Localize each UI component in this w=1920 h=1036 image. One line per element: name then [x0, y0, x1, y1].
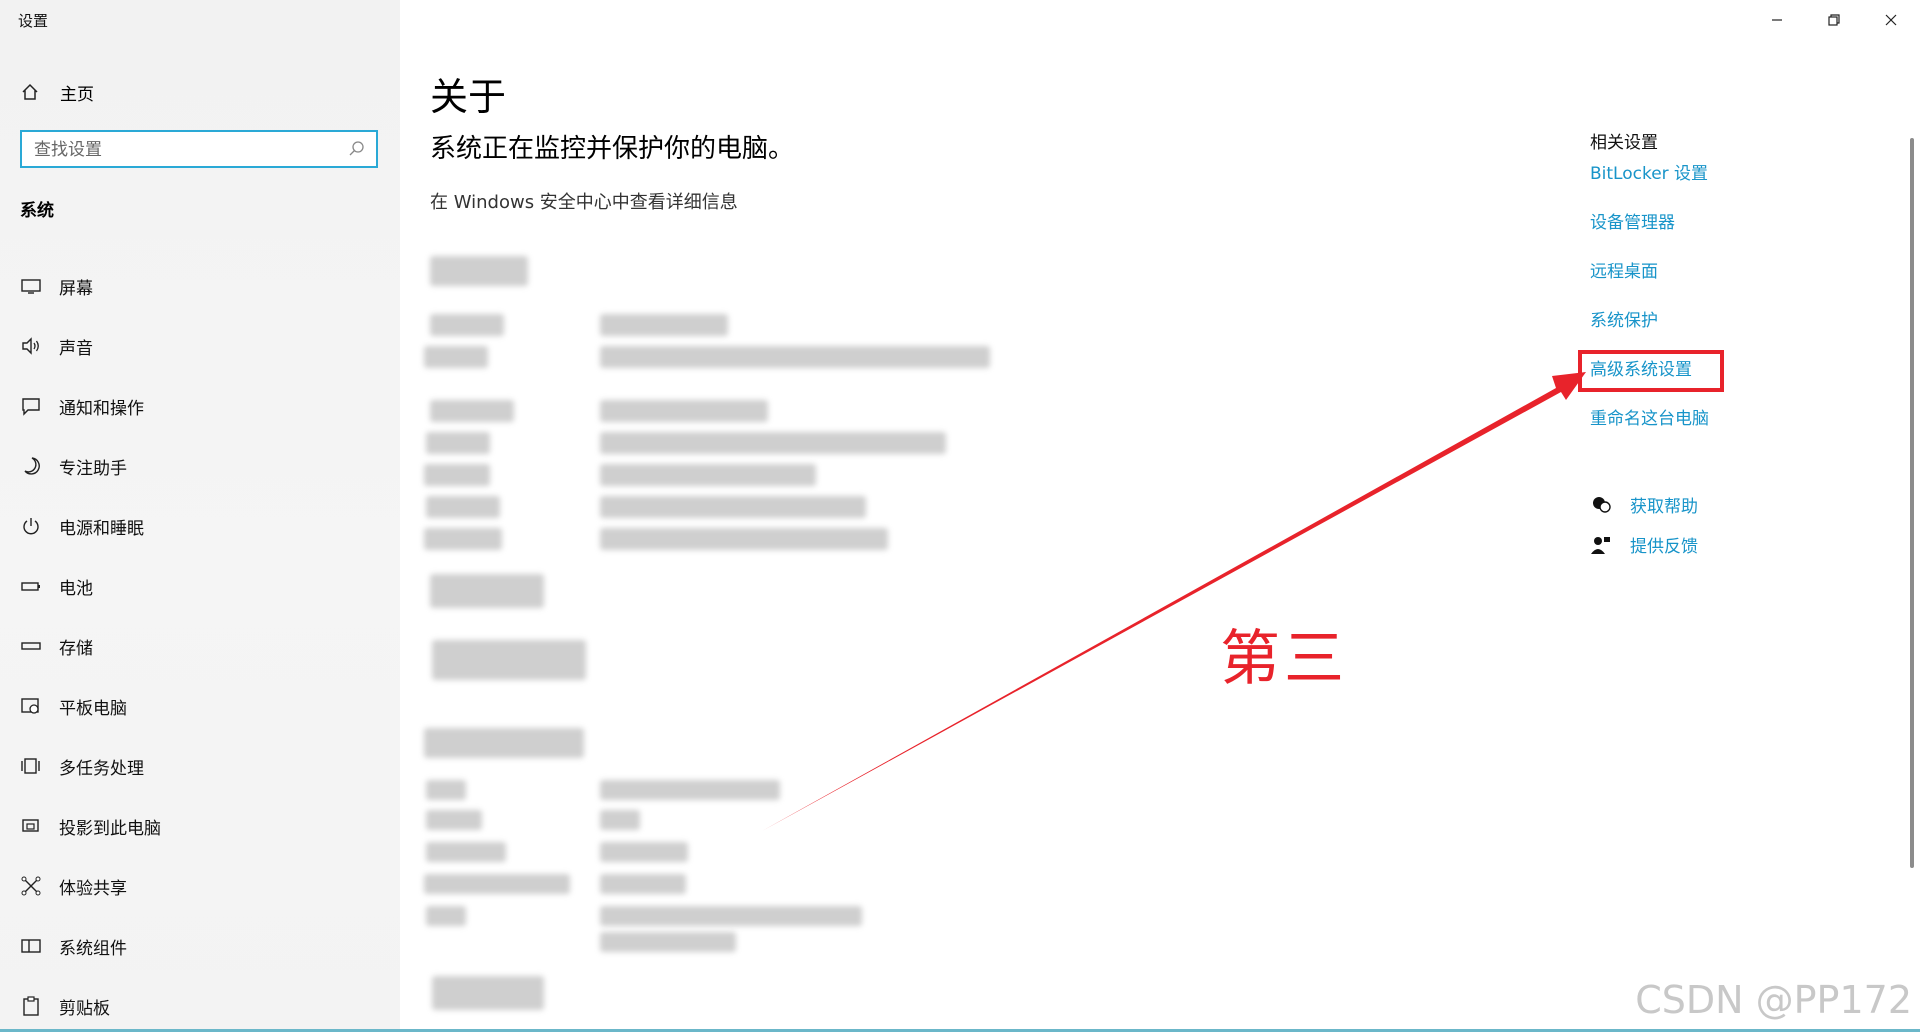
project-icon [22, 819, 39, 832]
sidebar-item-label: 平板电脑 [59, 698, 127, 719]
power-icon [23, 518, 39, 535]
sidebar-item-label: 屏幕 [59, 278, 93, 299]
give-feedback-label: 提供反馈 [1630, 537, 1698, 557]
security-details-link[interactable]: 在 Windows 安全中心中查看详细信息 [430, 188, 738, 214]
moon-icon [24, 457, 40, 475]
sidebar-item-label: 系统组件 [59, 938, 127, 959]
sidebar-item-focus-assist[interactable]: 专注助手 [0, 436, 400, 496]
monitor-icon [21, 279, 41, 294]
notification-icon [22, 398, 40, 416]
redacted-spec-label [430, 314, 504, 336]
redacted-copy-button [430, 574, 544, 608]
sidebar-item-label: 专注助手 [59, 458, 127, 479]
sidebar-item-storage[interactable]: 存储 [0, 616, 400, 676]
sidebar-item-shared-experiences[interactable]: 体验共享 [0, 856, 400, 916]
app-title: 设置 [18, 12, 49, 30]
redacted-spec-label [426, 780, 466, 800]
sidebar-item-sound[interactable]: 声音 [0, 316, 400, 376]
home-icon [22, 83, 38, 100]
remote-desktop-link[interactable]: 远程桌面 [1590, 261, 1709, 310]
redacted-spec-value [600, 496, 866, 518]
watermark: CSDN @PP172 [1635, 978, 1912, 1022]
redacted-spec-label [426, 906, 466, 926]
home-nav-item[interactable]: 主页 [20, 78, 94, 106]
section-label-system: 系统 [20, 201, 54, 221]
sidebar-nav: 屏幕 声音 通知和操作 专注助手 电源和睡眠 电池 存储 平板电脑 多任务处理 … [0, 256, 400, 1036]
home-label: 主页 [60, 84, 94, 105]
sidebar-item-label: 电源和睡眠 [59, 518, 144, 539]
multitask-icon [21, 758, 40, 774]
redacted-spec-label [430, 400, 514, 422]
sidebar-item-label: 体验共享 [59, 878, 127, 899]
sidebar-item-label: 存储 [59, 638, 93, 659]
search-icon[interactable] [348, 140, 366, 158]
redacted-spec-label [426, 810, 482, 830]
redacted-spec-value [600, 432, 946, 454]
redacted-spec-value [600, 346, 990, 368]
sidebar-item-clipboard[interactable]: 剪贴板 [0, 976, 400, 1036]
feedback-icon [1591, 536, 1610, 554]
give-feedback-link[interactable]: 提供反馈 [1590, 532, 1698, 557]
sidebar-item-label: 电池 [59, 578, 93, 599]
sidebar-item-tablet[interactable]: 平板电脑 [0, 676, 400, 736]
redacted-spec-value [600, 842, 688, 862]
rename-pc-link[interactable]: 重命名这台电脑 [1590, 408, 1709, 457]
redacted-spec-value [600, 464, 816, 486]
security-status-heading: 系统正在监控并保护你的电脑。 [430, 134, 795, 164]
redacted-spec-label [426, 432, 490, 454]
clipboard-icon [23, 996, 39, 1016]
speaker-icon [22, 337, 39, 355]
redacted-spec-label [426, 842, 506, 862]
redacted-spec-value [600, 932, 736, 952]
search-input[interactable] [32, 132, 336, 168]
redacted-spec-value [600, 810, 640, 830]
annotation-highlight-box [1578, 350, 1724, 392]
redacted-spec-value [600, 906, 862, 926]
redacted-spec-value [600, 400, 768, 422]
search-box[interactable] [20, 130, 378, 168]
redacted-spec-label [424, 464, 490, 486]
redacted-spec-label [426, 496, 500, 518]
redacted-rename-button [432, 640, 586, 680]
related-settings: 相关设置 BitLocker 设置 设备管理器 远程桌面 系统保护 高级系统设置… [1590, 128, 1709, 457]
redacted-spec-label [424, 874, 570, 894]
get-help-link[interactable]: 获取帮助 [1590, 492, 1698, 517]
sidebar-item-battery[interactable]: 电池 [0, 556, 400, 616]
storage-icon [21, 642, 41, 650]
tablet-icon [21, 698, 39, 714]
share-icon [21, 876, 41, 896]
device-manager-link[interactable]: 设备管理器 [1590, 212, 1709, 261]
annotation-text: 第三 [1220, 624, 1348, 694]
related-settings-title: 相关设置 [1590, 133, 1658, 153]
sidebar-item-label: 通知和操作 [59, 398, 144, 419]
redacted-spec-label [424, 528, 502, 550]
get-help-label: 获取帮助 [1630, 497, 1698, 517]
redacted-spec-label [424, 346, 488, 368]
bitlocker-settings-link[interactable]: BitLocker 设置 [1590, 163, 1709, 212]
sidebar-item-label: 剪贴板 [59, 998, 110, 1019]
scrollbar[interactable] [1910, 138, 1914, 868]
redacted-spec-value [600, 314, 728, 336]
sidebar-item-system-components[interactable]: 系统组件 [0, 916, 400, 976]
sidebar: 设置 主页 系统 屏幕 声音 通知和操作 专注助手 电源和睡眠 [0, 0, 400, 1032]
page-title: 关于 [430, 75, 507, 119]
battery-icon [21, 582, 40, 591]
redacted-section-heading [430, 256, 528, 286]
redacted-spec-value [600, 528, 888, 550]
sidebar-item-multitasking[interactable]: 多任务处理 [0, 736, 400, 796]
sidebar-item-display[interactable]: 屏幕 [0, 256, 400, 316]
redacted-spec-value [600, 874, 686, 894]
sidebar-item-project[interactable]: 投影到此电脑 [0, 796, 400, 856]
components-icon [21, 939, 41, 953]
redacted-copy-button [432, 976, 544, 1010]
sidebar-item-notifications[interactable]: 通知和操作 [0, 376, 400, 436]
sidebar-item-label: 声音 [59, 338, 93, 359]
sidebar-item-label: 投影到此电脑 [59, 818, 161, 839]
redacted-section-heading [424, 728, 584, 758]
redacted-spec-value [600, 780, 780, 800]
sidebar-item-label: 多任务处理 [59, 758, 144, 779]
help-chat-icon [1593, 496, 1611, 513]
sidebar-item-power-sleep[interactable]: 电源和睡眠 [0, 496, 400, 556]
